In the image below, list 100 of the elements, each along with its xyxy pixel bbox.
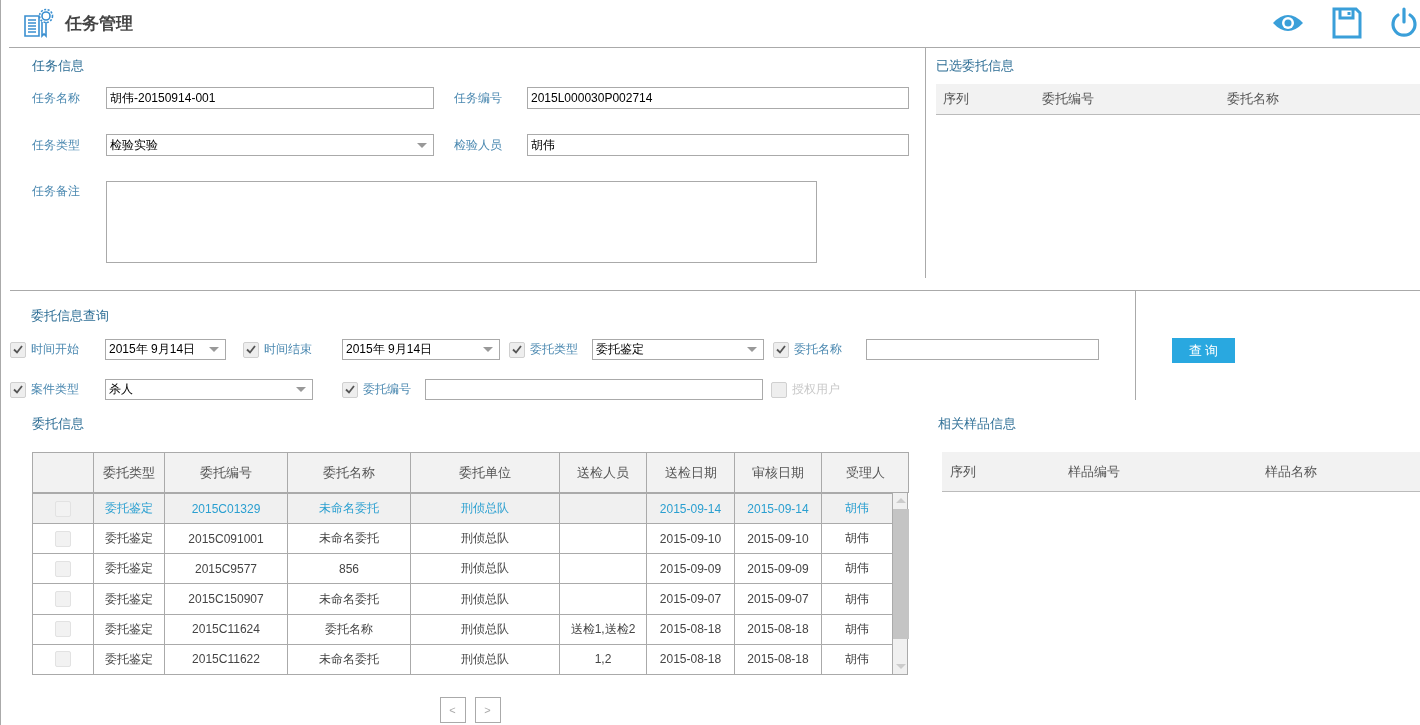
table-cell: 委托鉴定 xyxy=(105,501,153,516)
column-header: 样品名称 xyxy=(1265,462,1317,481)
checkbox[interactable] xyxy=(55,621,71,638)
table-cell: 2015-09-07 xyxy=(659,592,722,607)
text-field[interactable] xyxy=(425,379,763,400)
date-dropdown[interactable]: 2015年 9月14日 xyxy=(342,339,500,360)
table-cell: 委托鉴定 xyxy=(105,651,153,666)
table-cell: 委托名称 xyxy=(325,621,373,636)
table-cell: 未命名委托 xyxy=(319,501,379,516)
field-label: 任务编号 xyxy=(454,89,503,107)
filter-label: 委托类型 xyxy=(530,341,578,358)
table-cell: 胡伟 xyxy=(845,651,869,666)
scrollbar-thumb[interactable] xyxy=(893,509,909,639)
eye-icon[interactable] xyxy=(1272,12,1304,34)
table-cell: 2015-08-18 xyxy=(747,622,809,637)
table-cell: 2015C091001 xyxy=(188,531,264,546)
column-header: 委托名称 xyxy=(1227,90,1279,108)
caret-icon xyxy=(747,347,757,352)
column-header: 委托名称 xyxy=(287,452,411,493)
filter-label: 时间结束 xyxy=(264,341,312,358)
column-header: 序列 xyxy=(950,462,977,481)
filter-label: 时间开始 xyxy=(31,341,79,358)
checkbox[interactable] xyxy=(55,591,71,608)
table-cell: 刑侦总队 xyxy=(461,651,509,666)
table-row[interactable]: 委托鉴定 2015C11622 未命名委托 刑侦总队 1,2 2015-08-18 2015-08-18 胡伟 xyxy=(32,644,893,675)
date-dropdown[interactable]: 2015年 9月14日 xyxy=(105,339,226,360)
table-cell: 刑侦总队 xyxy=(461,591,509,606)
table-cell: 2015C01329 xyxy=(191,501,261,516)
table-cell: 2015C11622 xyxy=(192,652,260,667)
scroll-up-icon[interactable] xyxy=(896,498,906,503)
text-field[interactable]: 2015L000030P002714 xyxy=(527,87,909,109)
table-row[interactable]: 委托鉴定 2015C150907 未命名委托 刑侦总队 2015-09-07 2015-09-07 胡伟 xyxy=(32,583,893,615)
filter-label: 委托名称 xyxy=(794,341,842,358)
table-cell: 胡伟 xyxy=(845,621,869,636)
checkmark-icon xyxy=(345,385,355,394)
table-cell: 2015-09-10 xyxy=(747,531,809,546)
table-row[interactable]: 委托鉴定 2015C9577 856 刑侦总队 2015-09-09 2015-09-09 胡伟 xyxy=(32,553,893,584)
caret-icon xyxy=(209,347,219,352)
table-cell: 胡伟 xyxy=(845,561,869,576)
caret-icon xyxy=(417,142,427,148)
checkbox[interactable] xyxy=(509,341,525,358)
checkbox[interactable] xyxy=(243,341,259,358)
table-cell: 委托鉴定 xyxy=(105,561,153,576)
column-header: 委托单位 xyxy=(410,452,560,493)
column-header: 送检人员 xyxy=(559,452,647,493)
checkmark-icon xyxy=(13,345,23,354)
filter-label: 案件类型 xyxy=(31,381,79,398)
field-label: 任务名称 xyxy=(32,89,81,107)
checkbox[interactable] xyxy=(10,341,26,358)
checkbox[interactable] xyxy=(10,381,26,398)
column-header: 委托编号 xyxy=(1042,90,1095,108)
notes-field[interactable] xyxy=(106,181,817,263)
power-icon[interactable] xyxy=(1390,7,1418,39)
text-field[interactable]: 胡伟 xyxy=(527,134,909,156)
table-cell: 胡伟 xyxy=(845,501,869,516)
field-label: 任务类型 xyxy=(32,136,81,154)
checkbox[interactable] xyxy=(55,651,71,668)
text-field[interactable]: 胡伟-20150914-001 xyxy=(106,87,434,109)
page-title: 任务管理 xyxy=(65,12,133,35)
table-cell: 委托鉴定 xyxy=(105,531,153,546)
table-cell: 2015-08-18 xyxy=(747,652,809,667)
caret-icon xyxy=(296,387,306,392)
scrollbar[interactable] xyxy=(893,493,908,675)
table-cell: 2015C150907 xyxy=(188,592,264,607)
filter-label: 委托编号 xyxy=(363,381,411,398)
table-row[interactable]: 委托鉴定 2015C11624 委托名称 刑侦总队 送检1,送检2 2015-08-18 2015-08-18 胡伟 xyxy=(32,614,893,645)
dropdown[interactable]: 委托鉴定 xyxy=(592,339,764,360)
checkmark-icon xyxy=(13,385,23,394)
checkbox[interactable] xyxy=(342,381,358,398)
section-title: 相关样品信息 xyxy=(938,416,1016,432)
dropdown[interactable]: 检验实验 xyxy=(106,134,434,156)
field-label: 检验人员 xyxy=(454,136,503,154)
caret-icon xyxy=(483,347,493,352)
table-cell: 2015-09-14 xyxy=(659,501,722,516)
checkbox[interactable] xyxy=(773,341,789,358)
table-cell: 未命名委托 xyxy=(319,591,379,606)
section-title: 已选委托信息 xyxy=(936,58,1014,74)
table-cell: 856 xyxy=(339,561,359,576)
column-header: 序列 xyxy=(943,90,970,108)
field-label: 任务备注 xyxy=(32,183,81,200)
scroll-down-icon[interactable] xyxy=(896,664,906,669)
column-header: 受理人 xyxy=(821,452,909,493)
dropdown[interactable]: 杀人 xyxy=(105,379,313,400)
column-header: 样品编号 xyxy=(1068,462,1121,481)
table-cell: 未命名委托 xyxy=(319,531,379,546)
table-cell: 刑侦总队 xyxy=(461,531,509,546)
text-field[interactable] xyxy=(866,339,1099,360)
section-title: 任务信息 xyxy=(32,58,84,74)
checkbox[interactable] xyxy=(55,560,71,577)
save-icon[interactable] xyxy=(1332,7,1362,39)
table-cell: 胡伟 xyxy=(845,591,869,606)
table-row[interactable]: 委托鉴定 2015C091001 未命名委托 刑侦总队 2015-09-10 2015-09-10 胡伟 xyxy=(32,523,893,554)
table-cell: 刑侦总队 xyxy=(461,621,509,636)
column-header: 审核日期 xyxy=(734,452,822,493)
column-header: 委托类型 xyxy=(93,452,165,493)
table-cell: 刑侦总队 xyxy=(461,561,509,576)
checkbox[interactable] xyxy=(55,530,71,547)
column-header: 委托编号 xyxy=(164,452,288,493)
checkmark-icon xyxy=(776,345,786,354)
checkmark-icon xyxy=(512,345,522,354)
